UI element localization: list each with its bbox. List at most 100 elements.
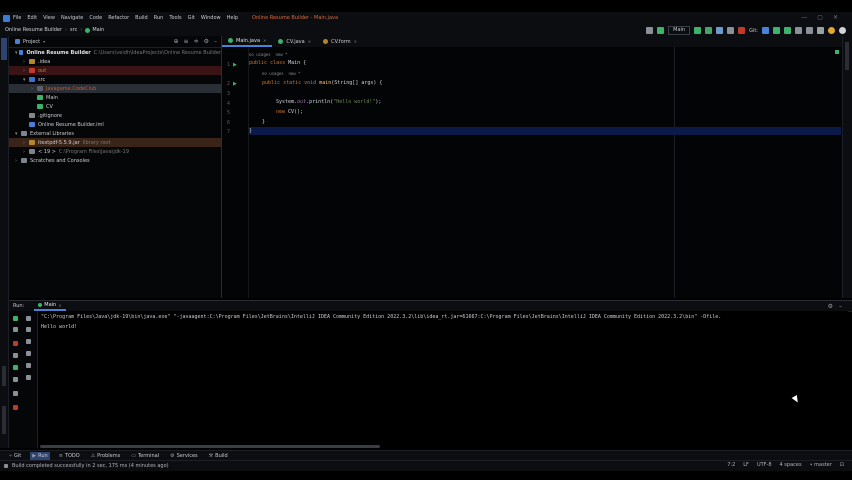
stop-icon[interactable] [738, 27, 746, 34]
restore-layout-icon[interactable] [13, 365, 18, 370]
run-tab-main[interactable]: Main ✕ [34, 301, 66, 311]
window-controls[interactable]: —▢✕ [801, 14, 848, 21]
structure-tool-tab[interactable] [2, 406, 6, 434]
gear-icon[interactable]: ⚙ [204, 38, 209, 45]
git-update-icon[interactable] [762, 27, 769, 34]
editor-tab[interactable]: CV.form ✕ [317, 36, 363, 47]
tree-item[interactable]: › out [9, 66, 221, 75]
tree-item[interactable]: › itextpdf-5.5.9.jar library root [9, 138, 221, 147]
tree-item[interactable]: › Javagame.CodeClub [9, 84, 221, 93]
down-icon[interactable] [26, 327, 31, 332]
menu-build[interactable]: Build [135, 15, 148, 21]
menu-refactor[interactable]: Refactor [108, 15, 129, 21]
menu-file[interactable]: File [13, 15, 21, 21]
tree-item[interactable]: Main [9, 93, 221, 102]
stop-icon[interactable] [13, 341, 18, 346]
scroll-to-end-icon[interactable] [26, 351, 31, 356]
camera-icon[interactable] [13, 353, 18, 358]
menu-code[interactable]: Code [89, 15, 102, 21]
project-panel-actions: ⊕ ≡ ≑ ⚙ – [174, 38, 217, 45]
inspection-ok-icon[interactable] [835, 50, 839, 54]
menu-run[interactable]: Run [154, 15, 164, 21]
line-separator[interactable]: LF [743, 462, 749, 468]
tree-item[interactable]: › < 19 > C:\Program Files\Java\jdk-19 [9, 147, 221, 156]
menu-navigate[interactable]: Navigate [61, 15, 83, 21]
chevron-down-icon[interactable]: ▾ [43, 39, 45, 44]
rerun-icon[interactable] [13, 316, 18, 321]
trash-icon[interactable] [26, 375, 31, 380]
breadcrumb-src[interactable]: src [70, 27, 77, 33]
rerun-icon[interactable] [727, 27, 735, 34]
undo-icon[interactable] [806, 27, 813, 34]
gear-icon[interactable]: ⚙ [828, 303, 833, 310]
run-icon[interactable] [694, 27, 702, 34]
menu-window[interactable]: Window [201, 15, 221, 21]
up-icon[interactable] [26, 316, 31, 321]
run-config-select[interactable]: Main [668, 26, 691, 35]
menu-help[interactable]: Help [227, 15, 238, 21]
debug-icon[interactable] [705, 27, 713, 34]
breadcrumb-main[interactable]: Main [92, 27, 104, 33]
menu-edit[interactable]: Edit [27, 15, 37, 21]
todo-icon: ≡ [58, 453, 63, 459]
git-push-icon[interactable] [784, 27, 791, 34]
expand-all-icon[interactable]: ≑ [194, 38, 199, 45]
project-tree: ▾ Online Resume Builder C:\Users\veidh\Ide… [9, 48, 221, 165]
breadcrumb-project[interactable]: Online Resume Builder [5, 27, 62, 33]
tree-item[interactable]: ▾ Online Resume Builder C:\Users\veidh\Ide… [9, 48, 221, 57]
git-branch[interactable]: ⑂ master [810, 462, 832, 468]
layout-icon[interactable] [13, 391, 18, 396]
user-icon[interactable] [646, 27, 654, 34]
status-icon[interactable] [4, 464, 8, 468]
export-icon[interactable] [13, 377, 18, 382]
tree-item[interactable]: ▾ External Libraries [9, 129, 221, 138]
close-icon[interactable]: ✕ [58, 303, 61, 308]
build-hammer-icon[interactable] [657, 27, 665, 34]
tree-item[interactable]: .gitignore [9, 111, 221, 120]
close-icon[interactable]: ✕ [308, 39, 311, 44]
git-commit-icon[interactable] [773, 27, 780, 34]
pin-icon[interactable] [13, 405, 18, 410]
project-tool-tab[interactable] [1, 38, 7, 60]
status-message[interactable]: Build completed successfully in 2 sec, 1… [12, 463, 169, 469]
menu-tools[interactable]: Tools [169, 15, 181, 21]
settings-icon[interactable] [839, 27, 846, 34]
intellij-icon[interactable] [3, 14, 10, 22]
search-icon[interactable] [817, 27, 824, 34]
updates-icon[interactable] [828, 27, 835, 34]
notifications-tool-tab[interactable] [845, 42, 849, 70]
locate-icon[interactable]: ⊕ [174, 38, 179, 45]
close-icon[interactable]: ✕ [263, 38, 266, 43]
wrench-icon[interactable] [13, 327, 18, 332]
file-encoding[interactable]: UTF-8 [757, 462, 772, 468]
tree-item[interactable]: ▾ src [9, 75, 221, 84]
run-gutter-icon[interactable]: ▶ [233, 81, 237, 87]
editor-tab[interactable]: CV.java ✕ [272, 36, 317, 47]
menu-git[interactable]: Git [188, 15, 195, 21]
node-icon [37, 104, 43, 109]
coverage-icon[interactable] [716, 27, 724, 34]
caret-position[interactable]: 7:2 [727, 462, 735, 468]
tree-item[interactable]: CV [9, 102, 221, 111]
horizontal-scrollbar[interactable] [40, 445, 380, 448]
print-icon[interactable] [26, 363, 31, 368]
tree-item[interactable]: › Scratches and Consoles [9, 156, 221, 165]
soft-wrap-icon[interactable] [26, 339, 31, 344]
console-output-line: Hello world! [41, 324, 78, 330]
line-number: 2 [226, 81, 230, 87]
tree-item[interactable]: Online Resume Builder.iml [9, 120, 221, 129]
editor-tab[interactable]: Main.java ✕ [222, 36, 273, 47]
lock-icon[interactable]: ⊡ [840, 462, 844, 468]
run-gutter-icon[interactable]: ▶ [233, 62, 237, 68]
project-view-select[interactable]: Project [23, 39, 40, 45]
indent-setting[interactable]: 4 spaces [780, 462, 802, 468]
tree-item[interactable]: › .idea [9, 57, 221, 66]
console-output[interactable]: "C:\Program Files\Java\jdk-19\bin\java.e… [38, 311, 848, 448]
menu-view[interactable]: View [43, 15, 55, 21]
collapse-all-icon[interactable]: ≡ [184, 38, 189, 45]
bookmarks-tool-tab[interactable] [2, 366, 6, 386]
history-icon[interactable] [795, 27, 802, 34]
minimize-icon[interactable]: – [214, 38, 217, 45]
minimize-icon[interactable]: – [839, 303, 842, 310]
close-icon[interactable]: ✕ [354, 39, 357, 44]
